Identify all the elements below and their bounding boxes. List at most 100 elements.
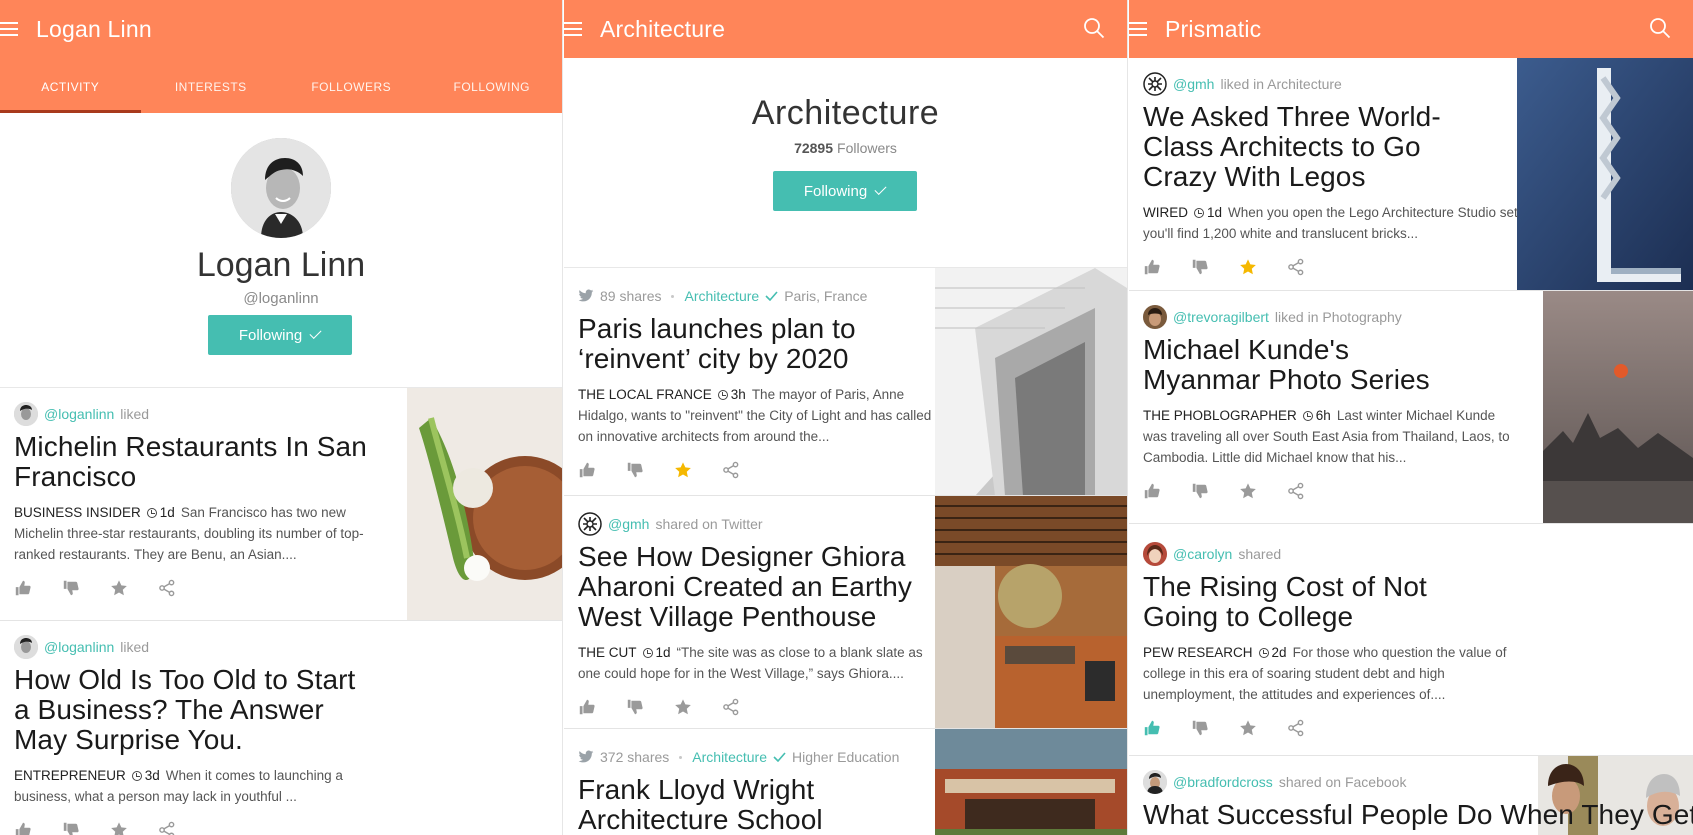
story-actions (1143, 719, 1514, 737)
star-icon[interactable] (674, 698, 692, 716)
story-actions (1143, 258, 1514, 276)
story-card[interactable]: @loganlinn liked Michelin Restaurants In… (0, 388, 562, 621)
story-card[interactable]: 89 shares Architecture Paris, France Par… (564, 268, 1127, 496)
story-location: Paris, France (784, 288, 868, 304)
thumbs-up-icon[interactable] (578, 698, 596, 716)
profile-tabs: ACTIVITY INTERESTS FOLLOWERS FOLLOWING (0, 58, 562, 113)
topic-topbar-title: Architecture (600, 15, 726, 42)
story-card[interactable]: 372 shares Architecture Higher Education… (564, 729, 1127, 835)
share-icon[interactable] (158, 579, 176, 597)
avatar[interactable] (578, 512, 602, 536)
following-button-label: Following (803, 182, 868, 200)
avatar[interactable] (1143, 770, 1167, 794)
share-icon[interactable] (1287, 258, 1305, 276)
user-link[interactable]: @carolyn (1173, 546, 1232, 562)
user-link[interactable]: @loganlinn (44, 406, 114, 422)
following-button[interactable]: Following (208, 315, 352, 355)
story-title[interactable]: Michelin Restaurants In San Francisco (14, 432, 390, 492)
story-title[interactable]: The Rising Cost of Not Going to College (1143, 572, 1473, 632)
story-title[interactable]: We Asked Three World-Class Architects to… (1143, 102, 1473, 192)
tab-following[interactable]: FOLLOWING (422, 58, 563, 113)
clock-icon (131, 771, 142, 781)
thumbs-up-icon[interactable] (1143, 719, 1161, 737)
avatar[interactable] (14, 402, 38, 426)
story-card[interactable]: @trevoragilbert liked in Photography Mic… (1129, 291, 1693, 524)
source-name: THE LOCAL FRANCE (578, 387, 712, 402)
story-card[interactable]: @loganlinn liked How Old Is Too Old to S… (0, 621, 562, 835)
thumbs-up-icon[interactable] (1143, 258, 1161, 276)
story-title[interactable]: Frank Lloyd Wright Architecture School (578, 775, 898, 835)
story-image (935, 268, 1127, 495)
hamburger-icon[interactable] (564, 22, 582, 36)
search-icon[interactable] (1083, 17, 1105, 39)
thumbs-up-icon[interactable] (578, 461, 596, 479)
source-name: ENTREPRENEUR (14, 768, 126, 783)
avatar[interactable] (1143, 72, 1167, 96)
topic-followers: 72895 Followers (564, 140, 1127, 156)
story-title[interactable]: How Old Is Too Old to Start a Business? … (14, 665, 374, 755)
star-icon[interactable] (1239, 258, 1257, 276)
thumbs-down-icon[interactable] (1191, 258, 1209, 276)
user-link[interactable]: @gmh (608, 516, 649, 532)
profile-handle: @loganlinn (243, 290, 319, 307)
share-icon[interactable] (1287, 719, 1305, 737)
clock-icon (717, 390, 728, 400)
story-age: 1d (159, 505, 175, 520)
tab-followers[interactable]: FOLLOWERS (281, 58, 422, 113)
avatar[interactable] (1143, 542, 1167, 566)
source-name: THE CUT (578, 645, 637, 660)
topic-link[interactable]: Architecture (692, 749, 767, 765)
check-icon (773, 752, 786, 762)
search-icon[interactable] (1649, 17, 1671, 39)
following-button[interactable]: Following (773, 171, 917, 211)
thumbs-down-icon[interactable] (626, 461, 644, 479)
star-icon[interactable] (674, 461, 692, 479)
story-meta: @trevoragilbert liked in Photography (1143, 305, 1514, 329)
thumbs-up-icon[interactable] (14, 579, 32, 597)
share-icon[interactable] (1287, 482, 1305, 500)
thumbs-up-icon[interactable] (1143, 482, 1161, 500)
story-summary: WIRED 1d When you open the Lego Architectu… (1143, 202, 1518, 244)
topic-header: Architecture 72895 Followers Following (564, 58, 1127, 268)
twitter-icon (578, 289, 594, 303)
action-text: shared on Twitter (655, 516, 763, 532)
feed-topbar-title: Prismatic (1165, 15, 1262, 42)
thumbs-down-icon[interactable] (62, 821, 80, 835)
story-card[interactable]: @bradfordcross shared on Facebook What S… (1129, 756, 1693, 835)
thumbs-up-icon[interactable] (14, 821, 32, 835)
star-icon[interactable] (1239, 719, 1257, 737)
user-link[interactable]: @bradfordcross (1173, 774, 1273, 790)
feed-panel: Prismatic @gmh liked in Architecture We … (1129, 0, 1693, 835)
topic-link[interactable]: Architecture (684, 288, 759, 304)
story-title[interactable]: Michael Kunde's Myanmar Photo Series (1143, 335, 1473, 395)
story-card[interactable]: @gmh shared on Twitter See How Designer … (564, 496, 1127, 729)
avatar[interactable] (14, 635, 38, 659)
share-icon[interactable] (722, 698, 740, 716)
story-title[interactable]: See How Designer Ghiora Aharoni Created … (578, 542, 938, 632)
action-text: liked in Architecture (1220, 76, 1342, 92)
story-card[interactable]: @gmh liked in Architecture We Asked Thre… (1129, 58, 1693, 291)
star-icon[interactable] (1239, 482, 1257, 500)
hamburger-icon[interactable] (1129, 22, 1147, 36)
share-icon[interactable] (158, 821, 176, 835)
tab-activity[interactable]: ACTIVITY (0, 58, 141, 113)
user-link[interactable]: @gmh (1173, 76, 1214, 92)
thumbs-down-icon[interactable] (626, 698, 644, 716)
user-link[interactable]: @loganlinn (44, 639, 114, 655)
thumbs-down-icon[interactable] (1191, 482, 1209, 500)
avatar[interactable] (1143, 305, 1167, 329)
share-count: 372 shares (600, 749, 670, 765)
feed-topbar: Prismatic (1129, 0, 1693, 58)
thumbs-down-icon[interactable] (1191, 719, 1209, 737)
profile-header: Logan Linn @loganlinn Following (0, 113, 562, 388)
hamburger-icon[interactable] (0, 22, 18, 36)
star-icon[interactable] (110, 579, 128, 597)
share-icon[interactable] (722, 461, 740, 479)
story-title[interactable]: Paris launches plan to ‘reinvent’ city b… (578, 314, 898, 374)
story-card[interactable]: @carolyn shared The Rising Cost of Not G… (1129, 524, 1693, 756)
thumbs-down-icon[interactable] (62, 579, 80, 597)
star-icon[interactable] (110, 821, 128, 835)
tab-interests[interactable]: INTERESTS (141, 58, 282, 113)
story-title[interactable]: What Successful People Do When They Get … (1143, 800, 1693, 830)
user-link[interactable]: @trevoragilbert (1173, 309, 1269, 325)
